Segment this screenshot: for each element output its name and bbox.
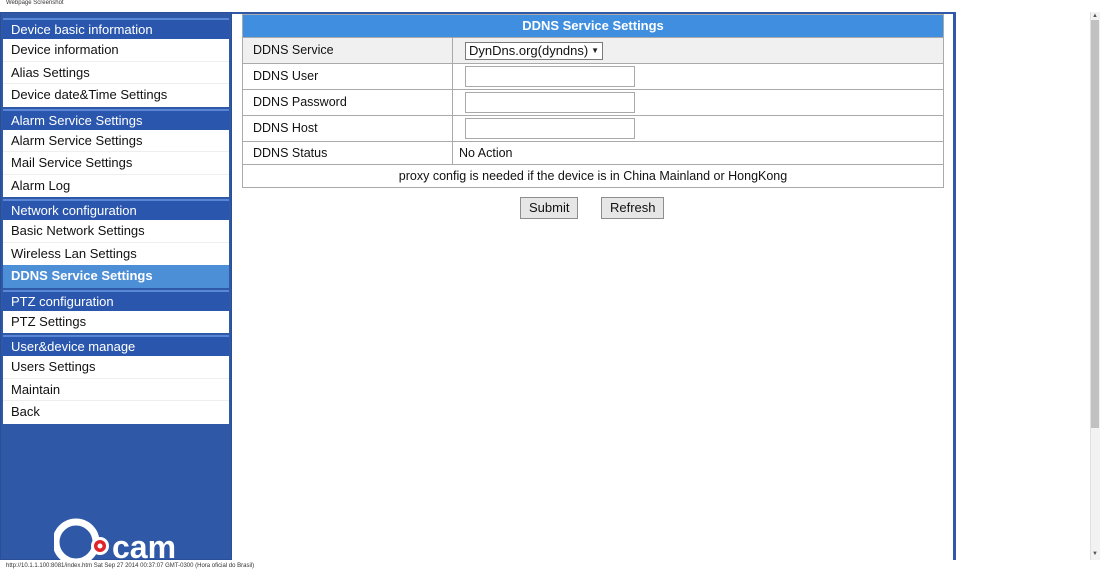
- action-buttons: Submit Refresh: [520, 197, 664, 219]
- ddns-user-cell: [453, 64, 943, 89]
- sidebar-item-maintain[interactable]: Maintain: [3, 378, 229, 401]
- ddns-status-row: DDNS Status No Action: [243, 141, 943, 164]
- sidebar-group-ptz: PTZ Settings: [3, 310, 229, 333]
- sidebar-group-user: Users Settings Maintain Back: [3, 356, 229, 424]
- ddns-service-label: DDNS Service: [243, 38, 453, 63]
- sidebar-item-back[interactable]: Back: [3, 401, 229, 424]
- ddns-user-row: DDNS User: [243, 63, 943, 89]
- brand-logo: cam: [54, 518, 176, 560]
- sidebar-group-device: Device information Alias Settings Device…: [3, 39, 229, 107]
- sidebar-group-alarm: Alarm Service Settings Mail Service Sett…: [3, 129, 229, 197]
- scroll-down-arrow-icon[interactable]: ▼: [1091, 550, 1099, 558]
- sidebar-item-alias-settings[interactable]: Alias Settings: [3, 61, 229, 84]
- ddns-service-selected: DynDns.org(dyndns): [469, 42, 589, 58]
- ddns-user-label: DDNS User: [243, 64, 453, 89]
- ddns-status-value: No Action: [459, 146, 513, 160]
- sidebar-item-mail-service-settings[interactable]: Mail Service Settings: [3, 152, 229, 175]
- ddns-service-row: DDNS Service DynDns.org(dyndns) ▼: [243, 37, 943, 63]
- sidebar-active-wrap: DDNS Service Settings: [3, 265, 229, 288]
- sidebar-section-device-basic-information: Device basic information: [3, 18, 229, 39]
- ddns-host-cell: [453, 116, 943, 141]
- sidebar-item-alarm-log[interactable]: Alarm Log: [3, 174, 229, 197]
- sidebar-item-basic-network-settings[interactable]: Basic Network Settings: [3, 220, 229, 243]
- ddns-service-cell: DynDns.org(dyndns) ▼: [453, 38, 943, 63]
- chevron-down-icon: ▼: [591, 45, 599, 55]
- ddns-service-select[interactable]: DynDns.org(dyndns) ▼: [465, 41, 603, 60]
- sidebar-item-device-information[interactable]: Device information: [3, 39, 229, 62]
- refresh-button[interactable]: Refresh: [601, 197, 664, 219]
- sidebar-item-ptz-settings[interactable]: PTZ Settings: [3, 310, 229, 333]
- sidebar-section-user-device-manage: User&device manage: [3, 335, 229, 356]
- sidebar-item-alarm-service-settings[interactable]: Alarm Service Settings: [3, 129, 229, 152]
- ddns-status-label: DDNS Status: [243, 142, 453, 164]
- scroll-up-arrow-icon[interactable]: ▲: [1091, 12, 1099, 20]
- sidebar-item-ddns-service-settings[interactable]: DDNS Service Settings: [3, 265, 229, 288]
- ddns-title: DDNS Service Settings: [243, 15, 943, 37]
- sidebar-item-users-settings[interactable]: Users Settings: [3, 356, 229, 379]
- ddns-proxy-note: proxy config is needed if the device is …: [243, 164, 943, 187]
- sidebar-section-network-configuration: Network configuration: [3, 199, 229, 220]
- logo-text: cam: [112, 529, 176, 560]
- ddns-password-cell: [453, 90, 943, 115]
- ddns-password-row: DDNS Password: [243, 89, 943, 115]
- ddns-password-input[interactable]: [465, 92, 635, 113]
- sidebar-item-wireless-lan-settings[interactable]: Wireless Lan Settings: [3, 242, 229, 265]
- sidebar-group-network: Basic Network Settings Wireless Lan Sett…: [3, 220, 229, 265]
- submit-button[interactable]: Submit: [520, 197, 578, 219]
- ddns-host-label: DDNS Host: [243, 116, 453, 141]
- ddns-host-row: DDNS Host: [243, 115, 943, 141]
- browser-status-bar: http://10.1.1.100:8081/index.htm Sat Sep…: [6, 563, 255, 569]
- sidebar-section-alarm-service-settings: Alarm Service Settings: [3, 108, 229, 130]
- ddns-password-label: DDNS Password: [243, 90, 453, 115]
- ddns-host-input[interactable]: [465, 118, 635, 139]
- sidebar-item-device-datetime-settings[interactable]: Device date&Time Settings: [3, 84, 229, 107]
- sidebar: Device basic information Device informat…: [0, 12, 232, 560]
- ddns-settings-table: DDNS Service Settings DDNS Service DynDn…: [242, 14, 944, 188]
- sidebar-section-ptz-configuration: PTZ configuration: [3, 289, 229, 311]
- scrollbar-thumb[interactable]: [1091, 20, 1099, 428]
- ddns-user-input[interactable]: [465, 66, 635, 87]
- page-caption: Webpage Screenshot: [6, 0, 64, 6]
